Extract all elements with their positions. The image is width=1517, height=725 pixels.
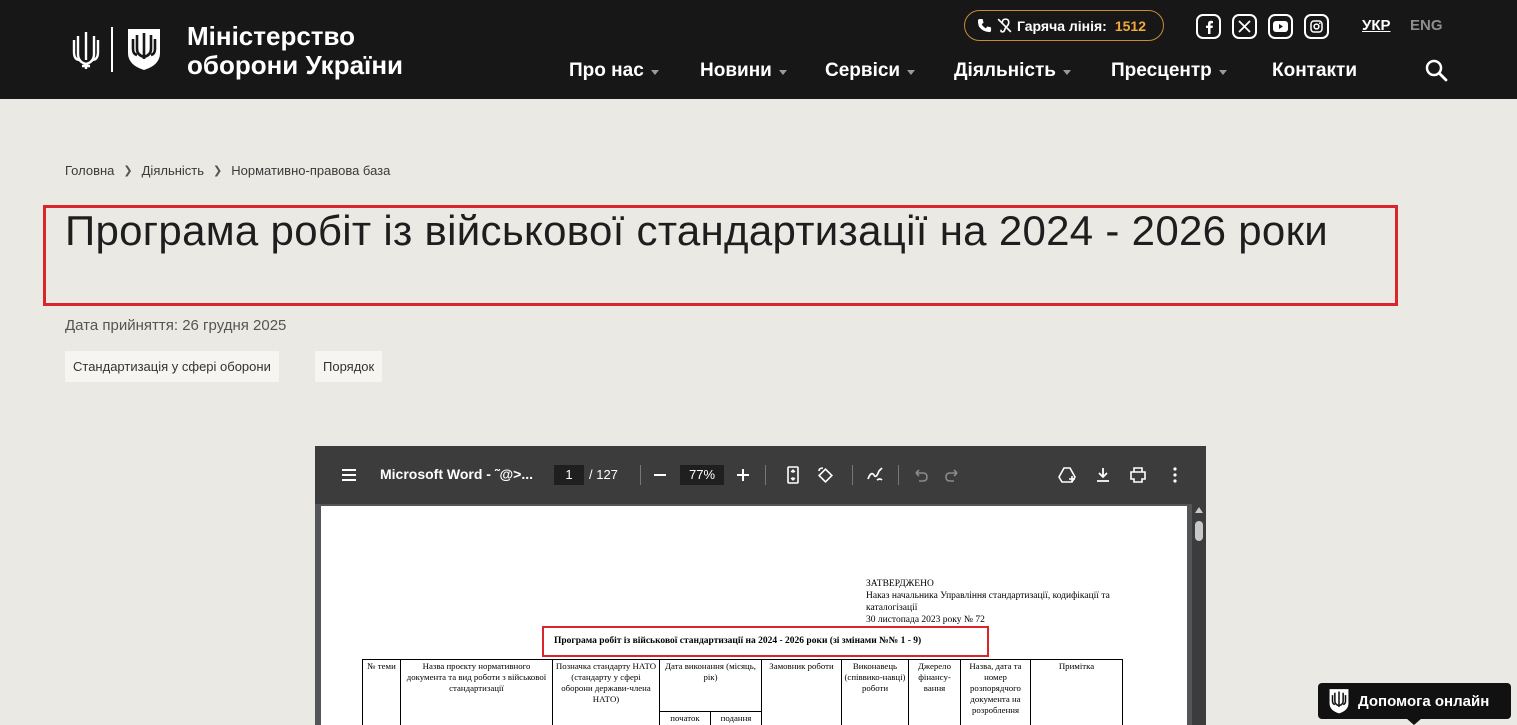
page-number-input[interactable]: 1: [554, 465, 584, 485]
table-header-num: № теми: [362, 659, 401, 725]
chevron-down-icon: [1062, 69, 1071, 75]
toolbar-divider: [640, 465, 641, 485]
toolbar-divider: [898, 465, 899, 485]
approval-block: ЗАТВЕРДЖЕНО Наказ начальника Управління …: [866, 578, 1156, 626]
help-online-label: Допомога онлайн: [1358, 692, 1490, 710]
tag-procedure[interactable]: Порядок: [315, 351, 383, 382]
zoom-in-icon[interactable]: [733, 465, 753, 485]
brand-line-2: оборони України: [187, 50, 404, 80]
hotline-label: Гаряча лінія:: [1017, 17, 1107, 34]
print-icon[interactable]: [1128, 465, 1148, 485]
x-icon: [1238, 20, 1251, 33]
table-header-date-submit: подання: [710, 711, 762, 725]
trident-icon[interactable]: [72, 30, 100, 70]
pdf-viewer: Microsoft Word - ˜@>... 1 / 127 77% ЗАТВ…: [315, 446, 1206, 725]
table-header-customer: Замовник роботи: [761, 659, 842, 725]
table-header-executor: Виконавець (співвико-навці) роботи: [841, 659, 909, 725]
youtube-icon: [1273, 21, 1288, 32]
hotline-number: 1512: [1114, 17, 1146, 34]
table-header-nato: Позначка стандарту НАТО (стандарту у сфе…: [552, 659, 660, 725]
zoom-out-icon[interactable]: [650, 465, 670, 485]
nav-contacts[interactable]: Контакти: [1272, 58, 1357, 84]
ministry-shield-icon[interactable]: [126, 27, 162, 71]
approval-line: 30 листопада 2023 року № 72: [866, 615, 985, 625]
undo-icon[interactable]: [911, 465, 931, 485]
table-header-name: Назва проєкту нормативного документа та …: [400, 659, 553, 725]
nav-activity-label: Діяльність: [954, 60, 1056, 81]
table-header-note: Примітка: [1030, 659, 1123, 725]
chevron-down-icon: [1218, 69, 1227, 75]
instagram-button[interactable]: [1304, 14, 1329, 39]
hotline-button[interactable]: Гаряча лінія: 1512: [964, 10, 1164, 41]
pdf-page: ЗАТВЕРДЖЕНО Наказ начальника Управління …: [321, 506, 1187, 725]
program-table: № теми Назва проєкту нормативного докуме…: [362, 659, 1123, 725]
phone-icon: [977, 18, 992, 33]
lang-ukr[interactable]: УКР: [1362, 17, 1391, 34]
rotate-icon[interactable]: [815, 465, 835, 485]
pdf-scrollbar-thumb[interactable]: [1195, 521, 1203, 541]
nav-about-label: Про нас: [569, 60, 644, 81]
facebook-icon: [1205, 20, 1213, 34]
help-online-button[interactable]: Допомога онлайн: [1318, 683, 1511, 719]
breadcrumb-activity[interactable]: Діяльність: [142, 163, 204, 178]
nav-contacts-label: Контакти: [1272, 60, 1358, 81]
redo-icon[interactable]: [942, 465, 962, 485]
toolbar-divider: [765, 465, 766, 485]
pdf-toolbar: Microsoft Word - ˜@>... 1 / 127 77%: [315, 446, 1206, 504]
download-icon[interactable]: [1093, 465, 1113, 485]
nav-services[interactable]: Сервіси: [825, 58, 916, 84]
table-header-order: Назва, дата та номер розпорядчого докуме…: [960, 659, 1031, 725]
chevron-down-icon: [778, 69, 787, 75]
brand-line-1: Міністерство: [187, 21, 356, 51]
chevron-down-icon: [907, 69, 916, 75]
scroll-up-arrow-icon[interactable]: [1195, 507, 1203, 513]
breadcrumb-regulatory-base[interactable]: Нормативно-правова база: [231, 163, 390, 178]
hearing-impaired-icon: [997, 18, 1012, 33]
instagram-icon: [1310, 20, 1323, 33]
ministry-shield-icon: [1329, 689, 1349, 714]
nav-activity[interactable]: Діяльність: [954, 58, 1071, 84]
toolbar-divider: [852, 465, 853, 485]
menu-icon[interactable]: [339, 465, 359, 485]
nav-about[interactable]: Про нас: [569, 58, 659, 84]
page-title: Програма робіт із військової стандартиза…: [65, 207, 1329, 254]
zoom-level-input[interactable]: 77%: [680, 465, 724, 485]
x-button[interactable]: [1232, 14, 1257, 39]
facebook-button[interactable]: [1196, 14, 1221, 39]
approval-line: Наказ начальника Управління стандартизац…: [866, 591, 1110, 601]
youtube-button[interactable]: [1268, 14, 1293, 39]
annotate-pen-icon[interactable]: [865, 465, 885, 485]
nav-services-label: Сервіси: [825, 60, 901, 81]
chevron-right-icon: ❯: [123, 165, 133, 177]
nav-press-center[interactable]: Пресцентр: [1111, 58, 1227, 84]
adoption-date: Дата прийняття: 26 грудня 2025: [65, 317, 287, 334]
nav-press-center-label: Пресцентр: [1111, 60, 1212, 81]
tag-defense-standardization[interactable]: Стандартизація у сфері оборони: [65, 351, 279, 382]
nav-news[interactable]: Новини: [700, 58, 787, 84]
chevron-down-icon: [650, 69, 659, 75]
table-header-date: Дата виконання (місяць, рік): [659, 659, 762, 712]
pdf-document-title: Microsoft Word - ˜@>...: [380, 466, 534, 482]
help-pointer: [1406, 718, 1422, 725]
drive-add-icon[interactable]: [1057, 465, 1077, 485]
page-total: / 127: [589, 467, 618, 482]
fit-page-icon[interactable]: [783, 465, 803, 485]
chevron-right-icon: ❯: [213, 165, 223, 177]
logo-divider: [111, 27, 113, 72]
nav-news-label: Новини: [700, 60, 772, 81]
lang-eng[interactable]: ENG: [1410, 17, 1443, 34]
approval-line: каталогізації: [866, 603, 918, 613]
table-header-funding: Джерело фінансу-вання: [908, 659, 961, 725]
breadcrumb-home[interactable]: Головна: [65, 163, 114, 178]
document-heading: Програма робіт із військової стандартиза…: [554, 636, 922, 646]
search-icon[interactable]: [1424, 58, 1450, 84]
site-header: Міністерство оборони України Гаряча ліні…: [0, 0, 1517, 99]
brand-name[interactable]: Міністерство оборони України: [187, 22, 403, 80]
more-options-icon[interactable]: [1165, 465, 1185, 485]
approval-line: ЗАТВЕРДЖЕНО: [866, 579, 934, 589]
table-header-date-start: початок: [659, 711, 711, 725]
breadcrumb: Головна ❯ Діяльність ❯ Нормативно-правов…: [65, 163, 390, 178]
